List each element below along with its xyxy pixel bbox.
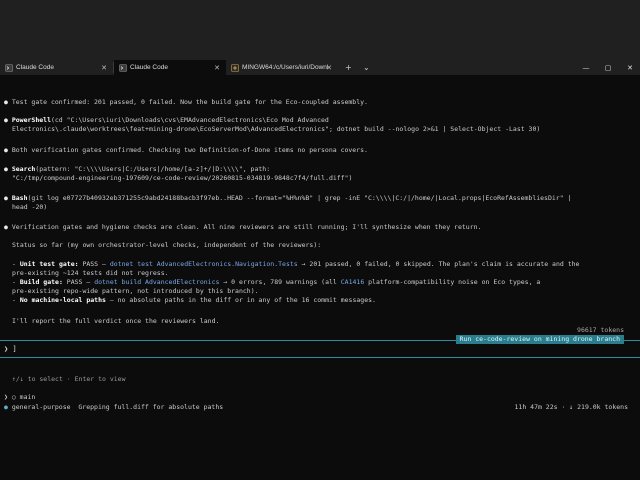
inline-code: CA1416 xyxy=(340,278,365,286)
agent-subagent-row[interactable]: ● general-purpose Grepping full.diff for… xyxy=(4,403,223,412)
close-icon[interactable]: ✕ xyxy=(326,64,332,72)
token-count: 96617 tokens xyxy=(577,326,624,334)
status-item-unit-test: - Unit test gate: PASS — dotnet test Adv… xyxy=(12,260,580,268)
chevron-down-icon[interactable]: ⌄ xyxy=(363,60,370,75)
tool-call-args: head -20) xyxy=(12,203,48,211)
message-line: ● Test gate confirmed: 201 passed, 0 fai… xyxy=(4,98,368,106)
tab-claude-code-2[interactable]: Claude Code ✕ xyxy=(114,60,226,75)
close-icon[interactable]: ✕ xyxy=(214,64,220,72)
terminal-pane[interactable]: ● Test gate confirmed: 201 passed, 0 fai… xyxy=(0,75,640,480)
bullet: ● xyxy=(4,116,8,124)
message-line: ● Both verification gates confirmed. Che… xyxy=(4,146,368,154)
close-window-button[interactable]: ✕ xyxy=(620,60,640,75)
prompt-input[interactable]: ❯ ] xyxy=(4,345,17,354)
bullet: ● xyxy=(4,98,8,106)
subagent-name: general-purpose xyxy=(11,403,71,411)
bullet: ● xyxy=(4,194,8,202)
status-item-continuation: pre-existing repo-wide pattern, not intr… xyxy=(12,287,259,295)
tab-label: Claude Code xyxy=(16,64,54,71)
maximize-button[interactable]: ▢ xyxy=(598,60,618,75)
divider xyxy=(0,357,640,358)
new-tab-button[interactable]: + xyxy=(345,60,352,75)
tool-name: Search xyxy=(11,165,36,173)
terminal-icon xyxy=(5,63,13,72)
prompt-chevron-icon: ❯ xyxy=(4,345,9,353)
inline-code: dotnet build AdvancedElectronics xyxy=(94,278,220,286)
prompt-value: ] xyxy=(12,345,17,353)
status-item-paths: - No machine-local paths — no absolute p… xyxy=(12,296,376,304)
tool-name: PowerShell xyxy=(11,116,51,124)
git-bash-icon xyxy=(231,63,239,72)
tool-call-args: Electronics\.claude\worktrees\feat+minin… xyxy=(12,125,541,133)
close-icon[interactable]: ✕ xyxy=(101,64,107,72)
inline-code: dotnet test AdvancedElectronics.Navigati… xyxy=(109,260,298,268)
keyboard-hint: ↑/↓ to select · Enter to view xyxy=(12,375,126,383)
tool-call-line: ● PowerShell(cd "C:\Users\iuri\Downloads… xyxy=(4,116,329,124)
elapsed-status: 11h 47m 22s · ↓ 219.0k tokens xyxy=(514,403,629,411)
agent-main[interactable]: ❯ ○ main xyxy=(4,393,35,402)
status-item-continuation: pre-existing ~124 tests did not regress. xyxy=(12,269,169,277)
status-dot-icon: ● xyxy=(4,403,8,411)
minimize-button[interactable]: — xyxy=(576,60,596,75)
tool-name: Bash xyxy=(11,194,28,202)
status-heading: Status so far (my own orchestrator-level… xyxy=(12,241,322,249)
bullet: ● xyxy=(4,146,8,154)
tab-label: MINGW64:/c/Users/iuri/Downl xyxy=(242,64,329,71)
tab-bar: Claude Code ✕ Claude Code ✕ MINGW64:/c/U… xyxy=(0,0,640,75)
task-badge[interactable]: Run ce-code-review on mining drone branc… xyxy=(455,335,624,344)
message-line: ● Verification gates and hygiene checks … xyxy=(4,223,482,231)
bullet: ● xyxy=(4,223,8,231)
subagent-task: Grepping full.diff for absolute paths xyxy=(78,403,224,411)
status-item-build: - Build gate: PASS — dotnet build Advanc… xyxy=(12,278,541,286)
tab-claude-code-1[interactable]: Claude Code ✕ xyxy=(0,60,113,75)
bullet: ● xyxy=(4,165,8,173)
tab-label: Claude Code xyxy=(130,64,168,71)
tool-call-args: "C:/tmp/compound-engineering-197609/ce-c… xyxy=(12,174,353,182)
tool-call-line: ● Search(pattern: "C:\\\\Users|C:/Users|… xyxy=(4,165,271,173)
terminal-icon xyxy=(119,63,127,72)
tab-mingw64[interactable]: MINGW64:/c/Users/iuri/Downl ✕ xyxy=(226,60,338,75)
message-line: I'll report the full verdict once the re… xyxy=(12,317,220,325)
tool-call-line: ● Bash(git log e07727b40932eb371255c9abd… xyxy=(4,194,572,202)
